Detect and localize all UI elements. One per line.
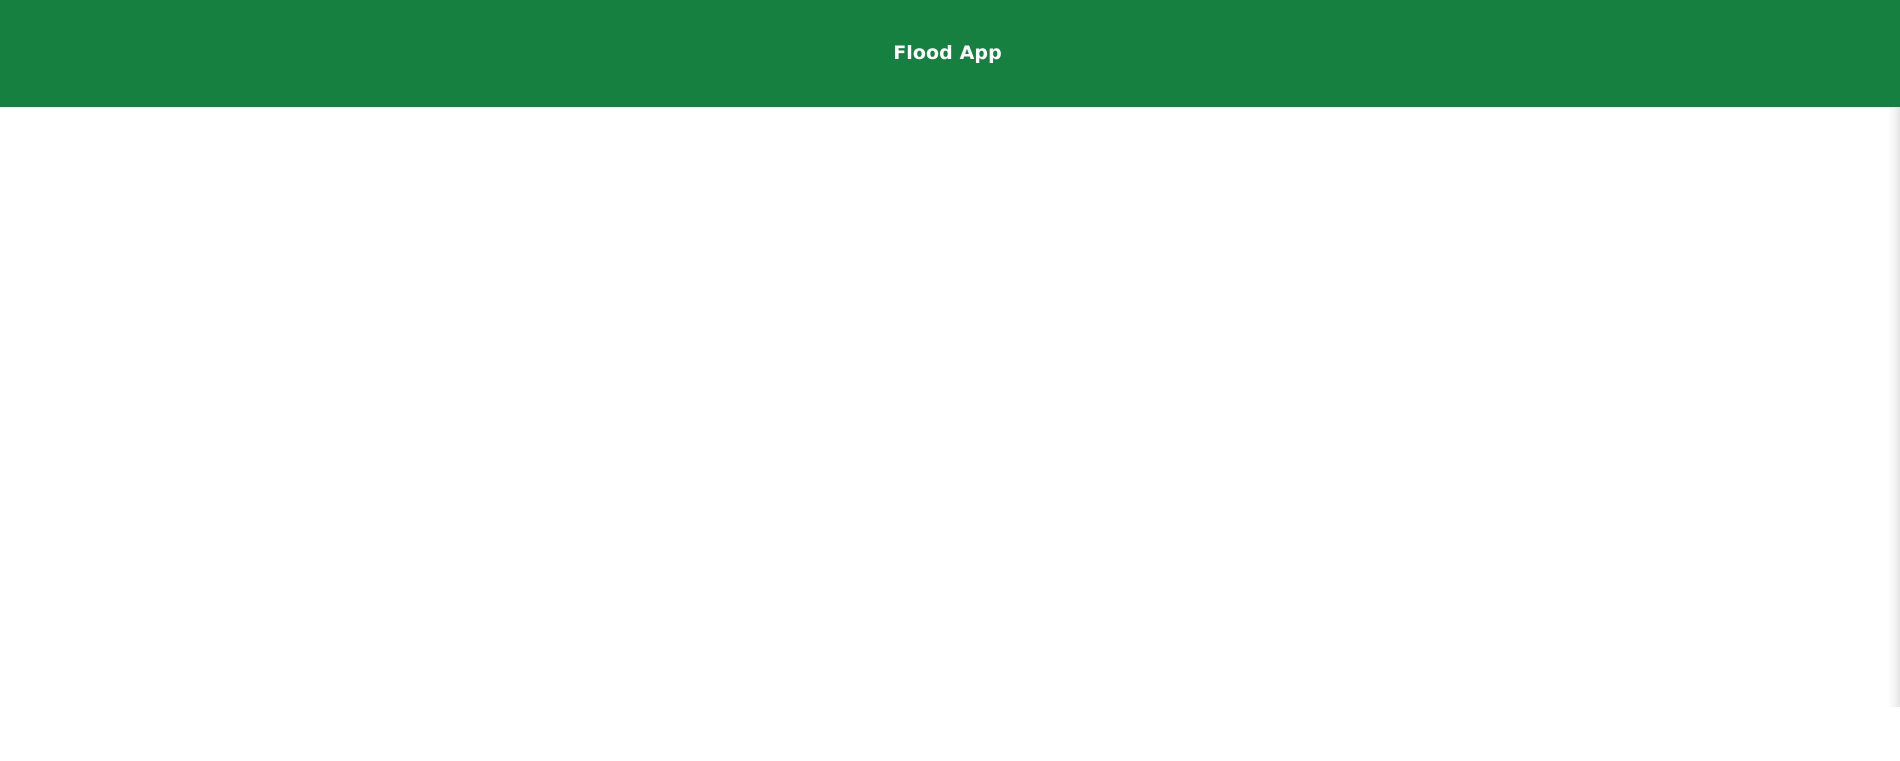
app-bar: Flood App	[0, 0, 1900, 107]
app-title: Flood App	[893, 41, 1002, 64]
main-content-area	[0, 107, 1900, 761]
app-window: Flood App	[0, 0, 1900, 761]
